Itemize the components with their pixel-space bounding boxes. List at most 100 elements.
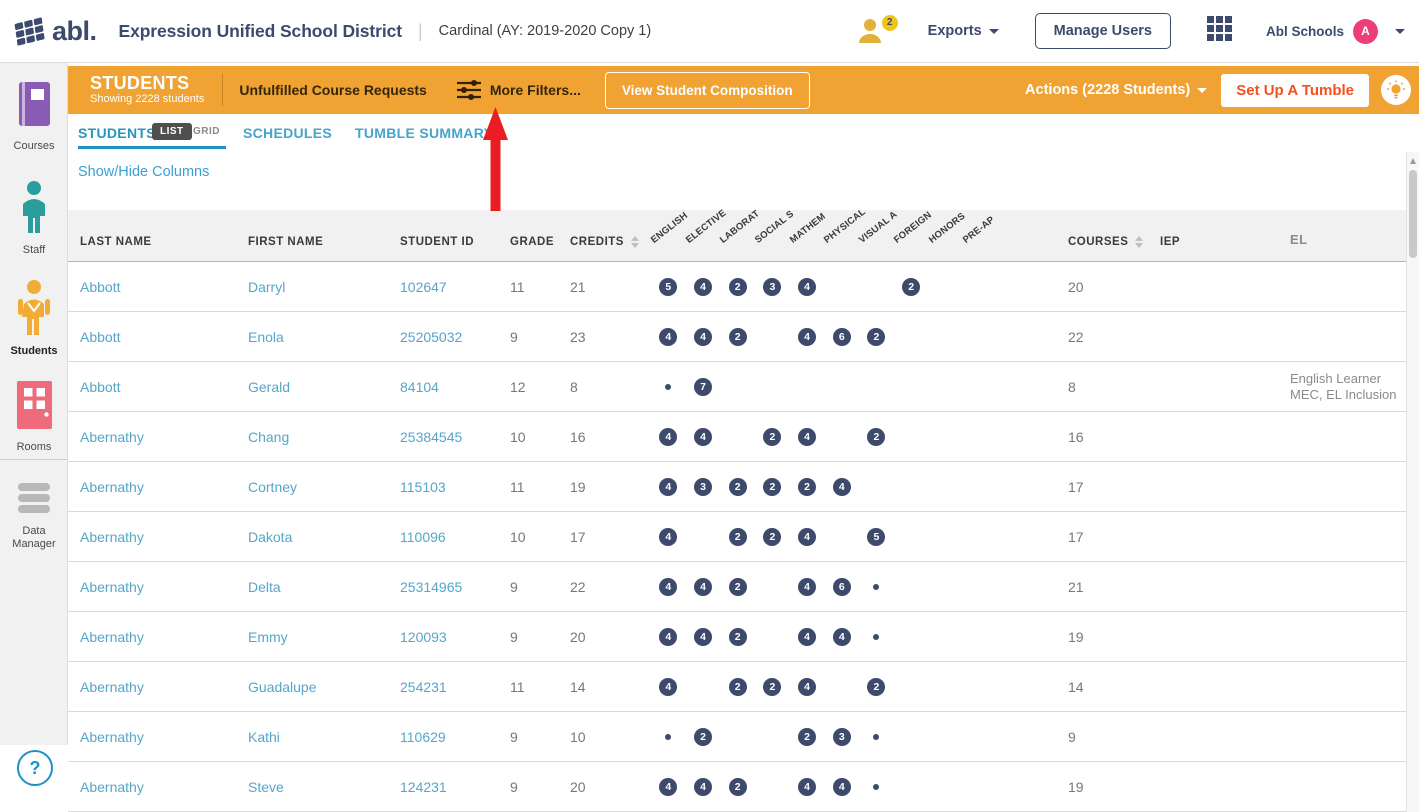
subject-slot: 2 [720, 528, 755, 546]
subject-slot: 4 [686, 778, 721, 796]
subject-slot: 4 [824, 778, 859, 796]
abl-logo[interactable]: abl. [14, 12, 97, 51]
app-grid-icon[interactable] [1207, 16, 1232, 46]
user-notifications-icon[interactable]: 2 [858, 17, 898, 45]
sidebar-item-rooms[interactable]: Rooms [0, 379, 68, 454]
subject-slot: 2 [720, 628, 755, 646]
sidebar-item-students[interactable]: Students [0, 279, 68, 358]
student-id-link[interactable]: 124231 [400, 779, 510, 795]
sidebar-item-label: Rooms [0, 441, 68, 454]
subject-slot [894, 528, 929, 546]
student-last-name-link[interactable]: Abernathy [80, 479, 248, 495]
account-menu[interactable]: Abl Schools A [1266, 19, 1405, 44]
grid-view-toggle[interactable]: GRID [193, 126, 220, 137]
set-up-a-tumble-button[interactable]: Set Up A Tumble [1221, 74, 1369, 107]
student-last-name-link[interactable]: Abernathy [80, 629, 248, 645]
student-last-name-link[interactable]: Abernathy [80, 429, 248, 445]
column-header-grade[interactable]: GRADE [510, 236, 570, 248]
student-last-name-link[interactable]: Abbott [80, 279, 248, 295]
tab-schedules[interactable]: SCHEDULES [243, 125, 332, 141]
student-first-name-link[interactable]: Gerald [248, 379, 400, 395]
student-first-name-link[interactable]: Darryl [248, 279, 400, 295]
column-header-courses[interactable]: COURSES [1068, 236, 1160, 248]
student-first-name-link[interactable]: Steve [248, 779, 400, 795]
help-button[interactable]: ? [17, 750, 53, 786]
student-last-name-link[interactable]: Abbott [80, 329, 248, 345]
student-id-link[interactable]: 25314965 [400, 579, 510, 595]
column-header-el[interactable]: EL [1290, 232, 1406, 248]
courses-cell: 19 [1068, 779, 1160, 795]
tab-students[interactable]: STUDENTS [78, 125, 156, 141]
credits-cell: 17 [570, 529, 651, 545]
subject-column-label[interactable]: ENGLISH [649, 210, 690, 246]
student-id-link[interactable]: 102647 [400, 279, 510, 295]
student-last-name-link[interactable]: Abernathy [80, 729, 248, 745]
sort-arrows-icon[interactable] [1135, 236, 1143, 248]
sort-arrows-icon[interactable] [631, 236, 639, 248]
student-last-name-link[interactable]: Abernathy [80, 779, 248, 795]
exports-dropdown[interactable]: Exports [928, 23, 999, 39]
student-id-link[interactable]: 115103 [400, 479, 510, 495]
student-first-name-link[interactable]: Enola [248, 329, 400, 345]
column-header-iep[interactable]: IEP [1160, 236, 1290, 248]
student-id-link[interactable]: 254231 [400, 679, 510, 695]
header-divider: | [418, 21, 423, 42]
student-id-link[interactable]: 25384545 [400, 429, 510, 445]
student-id-link[interactable]: 84104 [400, 379, 510, 395]
student-id-link[interactable]: 120093 [400, 629, 510, 645]
course-count-badge: 4 [659, 578, 677, 596]
student-first-name-link[interactable]: Emmy [248, 629, 400, 645]
scrollbar-up-arrow[interactable] [1410, 158, 1416, 164]
student-first-name-link[interactable]: Guadalupe [248, 679, 400, 695]
column-header-credits[interactable]: CREDITS [570, 236, 651, 248]
course-count-badge: 6 [833, 578, 851, 596]
course-dot [873, 634, 879, 640]
subject-slot: 2 [720, 278, 755, 296]
subject-slot [963, 728, 998, 746]
column-header-first-name[interactable]: FIRST NAME [248, 236, 400, 248]
scrollbar-thumb[interactable] [1409, 170, 1417, 258]
sidebar-item-staff[interactable]: Staff [0, 180, 68, 257]
table-row: AbernathyChang2538454510164424216 [68, 412, 1406, 462]
student-id-link[interactable]: 110629 [400, 729, 510, 745]
subject-slot: 2 [755, 428, 790, 446]
subject-slot [929, 428, 964, 446]
student-id-link[interactable]: 25205032 [400, 329, 510, 345]
vertical-scrollbar[interactable] [1406, 152, 1419, 812]
subject-slot [859, 378, 894, 396]
subject-slot [894, 728, 929, 746]
subject-slot: 4 [824, 628, 859, 646]
student-last-name-link[interactable]: Abernathy [80, 529, 248, 545]
manage-users-button[interactable]: Manage Users [1035, 13, 1171, 49]
more-filters-button[interactable]: More Filters... [457, 79, 581, 101]
student-id-link[interactable]: 110096 [400, 529, 510, 545]
course-count-badge: 4 [694, 278, 712, 296]
unfulfilled-course-requests-link[interactable]: Unfulfilled Course Requests [239, 82, 426, 98]
student-first-name-link[interactable]: Kathi [248, 729, 400, 745]
student-last-name-link[interactable]: Abbott [80, 379, 248, 395]
subject-slot [790, 378, 825, 396]
student-first-name-link[interactable]: Chang [248, 429, 400, 445]
subject-slot: 4 [790, 778, 825, 796]
student-first-name-link[interactable]: Delta [248, 579, 400, 595]
sidebar-item-courses[interactable]: Courses [0, 80, 68, 153]
sidebar-item-data-manager[interactable]: Data Manager [0, 483, 68, 551]
list-view-toggle[interactable]: LIST [152, 123, 192, 140]
course-count-badge: 2 [694, 728, 712, 746]
subject-slot [859, 778, 894, 796]
table-row: AbbottEnola2520503292344246222 [68, 312, 1406, 362]
show-hide-columns-link[interactable]: Show/Hide Columns [78, 164, 209, 180]
actions-dropdown[interactable]: Actions (2228 Students) [1025, 82, 1207, 98]
subject-slot: 4 [686, 328, 721, 346]
student-first-name-link[interactable]: Cortney [248, 479, 400, 495]
tab-tumble-summary[interactable]: TUMBLE SUMMARY [355, 125, 493, 141]
tips-button[interactable] [1381, 75, 1411, 105]
subject-slot [963, 428, 998, 446]
column-header-last-name[interactable]: LAST NAME [80, 236, 248, 248]
view-student-composition-button[interactable]: View Student Composition [605, 72, 810, 109]
column-header-student-id[interactable]: STUDENT ID [400, 236, 510, 248]
course-count-badge: 2 [763, 428, 781, 446]
student-last-name-link[interactable]: Abernathy [80, 579, 248, 595]
student-first-name-link[interactable]: Dakota [248, 529, 400, 545]
student-last-name-link[interactable]: Abernathy [80, 679, 248, 695]
